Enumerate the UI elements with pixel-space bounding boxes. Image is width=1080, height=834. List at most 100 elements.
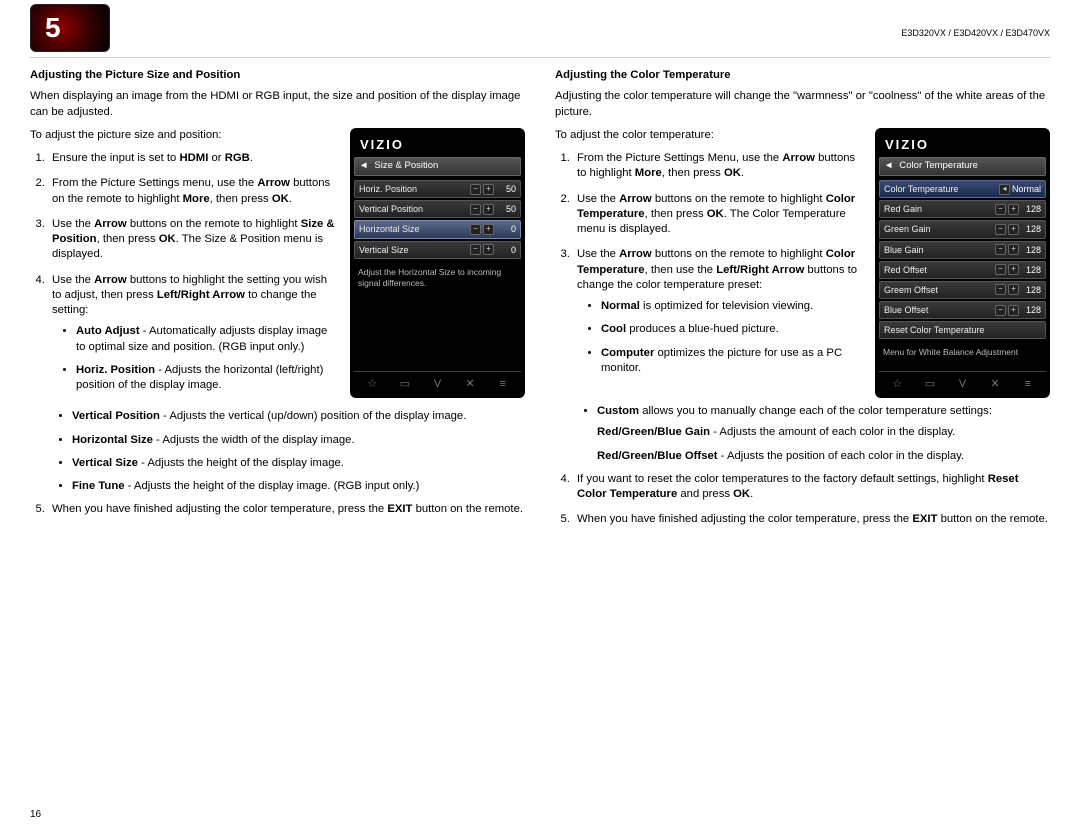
plus-chip-icon: + [483, 244, 494, 255]
right-body: To adjust the color temperature: From th… [555, 128, 1050, 398]
row-value: 50 [496, 203, 516, 215]
chapter-number: 5 [45, 12, 61, 44]
section-title-right: Adjusting the Color Temperature [555, 68, 1050, 83]
fig-brand: VIZIO [354, 132, 521, 156]
more-icon: ≡ [494, 377, 512, 392]
plus-chip-icon: + [1008, 204, 1019, 215]
right-steps-top: From the Picture Settings Menu, use the … [555, 151, 863, 376]
row-label: Red Gain [884, 203, 922, 215]
minus-chip-icon: − [995, 264, 1006, 275]
row-label: Horiz. Position [359, 183, 417, 195]
plus-chip-icon: + [1008, 224, 1019, 235]
row-value: 128 [1021, 284, 1041, 296]
left-steps-bottom: When you have finished adjusting the col… [30, 502, 525, 517]
star-icon: ☆ [363, 377, 381, 392]
lead-left: To adjust the picture size and position: [30, 128, 338, 143]
right-column: Adjusting the Color Temperature Adjustin… [555, 68, 1050, 538]
minus-chip-icon: − [995, 204, 1006, 215]
bullet-cool: Cool produces a blue-hued picture. [601, 322, 863, 337]
row-label: Green Gain [884, 223, 931, 235]
row-label: Vertical Size [359, 244, 409, 256]
row-label: Red Offset [884, 264, 927, 276]
fig-description: Adjust the Horizontal Size to incoming s… [354, 261, 521, 371]
bullet-horizontal-size: Horizontal Size - Adjusts the width of t… [72, 433, 525, 448]
fig-row: Blue Offset−+128 [879, 301, 1046, 319]
back-icon: ◄ [359, 160, 368, 173]
r-step-3: Use the Arrow buttons on the remote to h… [573, 247, 863, 376]
row-label: Color Temperature [884, 183, 958, 195]
row-value: 0 [496, 223, 516, 235]
bullet-vertical-position: Vertical Position - Adjusts the vertical… [72, 409, 525, 424]
left-text: To adjust the picture size and position:… [30, 128, 338, 404]
figure-color-temperature: VIZIO ◄ Color Temperature Color Temperat… [875, 128, 1050, 398]
step-5: When you have finished adjusting the col… [48, 502, 525, 517]
box-icon: ▭ [921, 377, 939, 392]
step-2: From the Picture Settings menu, use the … [48, 176, 338, 207]
minus-chip-icon: − [470, 204, 481, 215]
sub-offset: Red/Green/Blue Offset - Adjusts the posi… [597, 449, 1050, 464]
bullet-vertical-size: Vertical Size - Adjusts the height of th… [72, 456, 525, 471]
box-icon: ▭ [396, 377, 414, 392]
left-steps-top: Ensure the input is set to HDMI or RGB. … [30, 151, 338, 393]
row-label: Blue Offset [884, 304, 928, 316]
plus-chip-icon: + [483, 184, 494, 195]
fig-row: Red Offset −+128 [879, 261, 1046, 279]
row-value: Normal [1012, 183, 1041, 195]
page-header: 5 E3D320VX / E3D420VX / E3D470VX [30, 0, 1050, 55]
x-icon: ✕ [986, 377, 1004, 392]
bullet-custom: Custom allows you to manually change eac… [597, 404, 1050, 464]
intro-right: Adjusting the color temperature will cha… [555, 89, 1050, 120]
bullet-normal: Normal is optimized for television viewi… [601, 299, 863, 314]
fig-title: Color Temperature [899, 160, 978, 173]
r-step-5: When you have finished adjusting the col… [573, 512, 1050, 527]
bullet-horiz-position: Horiz. Position - Adjusts the horizontal… [76, 363, 338, 394]
fig-row: Green Gain −+128 [879, 220, 1046, 238]
x-icon: ✕ [461, 377, 479, 392]
minus-chip-icon: − [995, 244, 1006, 255]
bullet-fine-tune: Fine Tune - Adjusts the height of the di… [72, 479, 525, 494]
r-step-2: Use the Arrow buttons on the remote to h… [573, 192, 863, 238]
row-value: 50 [496, 183, 516, 195]
plus-chip-icon: + [483, 204, 494, 215]
v-icon: V [428, 377, 446, 392]
step-3: Use the Arrow buttons on the remote to h… [48, 217, 338, 263]
header-divider [30, 57, 1050, 58]
row-label: Greem Offset [884, 284, 938, 296]
figure-size-position: VIZIO ◄ Size & Position Horiz. Position −… [350, 128, 525, 398]
content-columns: Adjusting the Picture Size and Position … [30, 68, 1050, 538]
fig-row: Vertical Size−+0 [354, 241, 521, 259]
fig-bottom-bar: ☆ ▭ V ✕ ≡ [879, 371, 1046, 394]
right-text: To adjust the color temperature: From th… [555, 128, 863, 386]
row-label: Horizontal Size [359, 223, 420, 235]
back-icon: ◄ [884, 160, 893, 173]
minus-chip-icon: − [995, 305, 1006, 316]
row-value: 128 [1021, 223, 1041, 235]
page-number: 16 [30, 809, 41, 820]
plus-chip-icon: + [483, 224, 494, 235]
left-column: Adjusting the Picture Size and Position … [30, 68, 525, 538]
fig-title-row: ◄ Size & Position [354, 157, 521, 176]
more-icon: ≡ [1019, 377, 1037, 392]
minus-chip-icon: − [995, 224, 1006, 235]
left-chip-icon: ◂ [999, 184, 1010, 195]
fig-brand: VIZIO [879, 132, 1046, 156]
fig-row: Vertical Position−+50 [354, 200, 521, 218]
lead-right: To adjust the color temperature: [555, 128, 863, 143]
plus-chip-icon: + [1008, 305, 1019, 316]
step-4: Use the Arrow buttons to highlight the s… [48, 273, 338, 394]
r-step-4: If you want to reset the color temperatu… [573, 472, 1050, 503]
fig-title-row: ◄ Color Temperature [879, 157, 1046, 176]
fig-description: Menu for White Balance Adjustment [879, 341, 1046, 371]
plus-chip-icon: + [1008, 264, 1019, 275]
fig-row: Horizontal Size−+0 [354, 220, 521, 238]
minus-chip-icon: − [470, 244, 481, 255]
fig-row: Red Gain−+128 [879, 200, 1046, 218]
fig-row: Blue Gain−+128 [879, 241, 1046, 259]
row-value: 128 [1021, 244, 1041, 256]
bullet-computer: Computer optimizes the picture for use a… [601, 346, 863, 377]
row-label: Blue Gain [884, 244, 924, 256]
step-1: Ensure the input is set to HDMI or RGB. [48, 151, 338, 166]
intro-left: When displaying an image from the HDMI o… [30, 89, 525, 120]
row-value: 128 [1021, 264, 1041, 276]
fig-title: Size & Position [374, 160, 438, 173]
